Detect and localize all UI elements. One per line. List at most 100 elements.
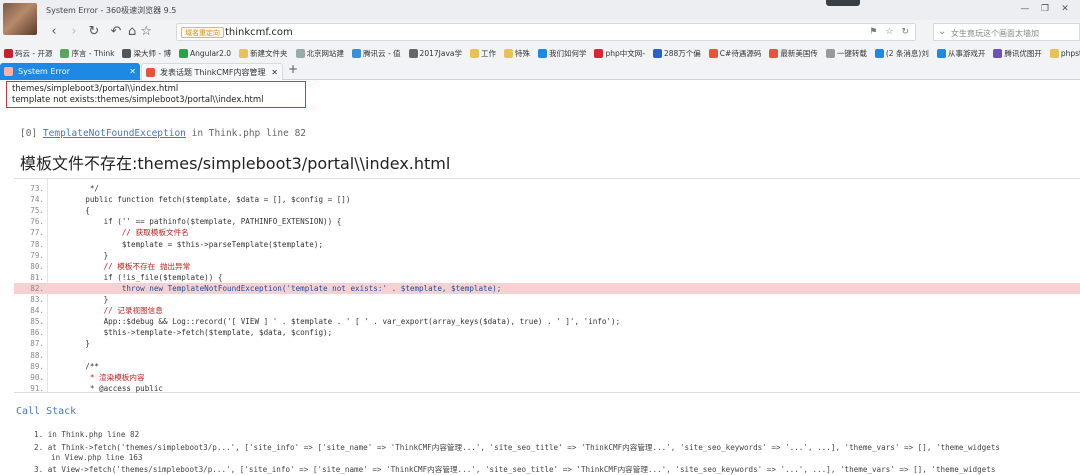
- code-line: 78. $template = $this->parseTemplate($te…: [14, 239, 1080, 250]
- minimize-button[interactable]: —: [1018, 3, 1032, 15]
- bookmark-item[interactable]: 腾讯云 - 值: [352, 48, 401, 59]
- line-number: 81.: [30, 272, 44, 282]
- code-line: 90. * 渲染模板内容: [14, 372, 1080, 383]
- bookmark-item[interactable]: 北京网站建: [295, 48, 345, 59]
- tab-thinkcmf[interactable]: 发表话题 ThinkCMF内容管理 ✕: [141, 63, 283, 80]
- close-icon[interactable]: ✕: [269, 64, 278, 80]
- code-line: 86. $this->template->fetch($template, $d…: [14, 327, 1080, 338]
- call-stack-item: 3. at View->fetch('themes/simpleboot3/p.…: [34, 465, 996, 474]
- error-line-2: template not exists:themes/simpleboot3/p…: [12, 95, 264, 105]
- bookmark-icon: [936, 48, 946, 58]
- bookmark-icon: [408, 48, 418, 58]
- code-line: 89. /**: [14, 361, 1080, 372]
- code-text: public function fetch($template, $data =…: [67, 195, 351, 205]
- bookmark-item[interactable]: 码云 - 开源: [4, 48, 52, 59]
- line-number: 75.: [30, 206, 44, 216]
- code-line: 77. // 获取模板文件名: [14, 227, 1080, 238]
- bookmark-label: Angular2.0: [189, 48, 232, 58]
- bookmark-icon: [769, 48, 779, 58]
- reload-button[interactable]: ↻: [86, 24, 102, 40]
- bookmark-icon: [469, 48, 479, 58]
- page-favicon-icon: [146, 68, 155, 77]
- bookmark-item[interactable]: 2017Java学: [408, 48, 462, 59]
- bookmark-label: phpstor: [1060, 48, 1080, 58]
- call-stack-item: 1. in Think.php line 82: [34, 430, 140, 439]
- url-text[interactable]: thinkcmf.com: [225, 27, 293, 38]
- bookmark-item[interactable]: 腾讯优图开: [993, 48, 1042, 59]
- address-bar[interactable]: 域名重定向 thinkcmf.com ⚑ ☆ ↻: [176, 23, 916, 41]
- code-text: if ('' == pathinfo($template, PATHINFO_E…: [67, 217, 342, 227]
- bookmark-item[interactable]: 最新美国传: [769, 48, 818, 59]
- code-line: 79. }: [14, 250, 1080, 261]
- bookmark-item[interactable]: Angular2.0: [178, 48, 232, 58]
- bookmark-item[interactable]: (2 条消息)刘: [874, 48, 929, 59]
- bookmark-item[interactable]: C#待遇源码: [708, 48, 761, 59]
- tab-system-error[interactable]: System Error ✕: [0, 63, 140, 80]
- exception-name-link[interactable]: TemplateNotFoundException: [43, 128, 186, 139]
- chevron-down-icon[interactable]: ⌄: [938, 26, 946, 37]
- close-icon[interactable]: ✕: [129, 63, 136, 80]
- line-number: 84.: [30, 306, 44, 316]
- bookmark-flag-icon[interactable]: ⚑: [869, 27, 877, 37]
- code-text: /**: [67, 361, 100, 371]
- bookmark-item[interactable]: 序言 - Think: [60, 48, 114, 59]
- line-number: 83.: [30, 295, 44, 304]
- line-number: 86.: [30, 328, 44, 338]
- tray-indicator: [826, 0, 860, 6]
- bookmark-item[interactable]: 梁大师 - 博: [122, 48, 171, 59]
- bookmark-item[interactable]: 288万个偏: [652, 48, 701, 59]
- line-number: 91.: [30, 383, 44, 393]
- bookmark-label: 序言 - Think: [71, 48, 115, 58]
- favorite-star-icon[interactable]: ☆: [885, 27, 893, 37]
- browser-chrome: System Error - 360极速浏览器 9.5 — ❐ ✕ ‹ › ↻ …: [0, 0, 1080, 80]
- bookmark-icon: [4, 48, 13, 58]
- back-button[interactable]: ‹: [46, 24, 62, 40]
- bookmark-label: 我们如何学: [548, 48, 587, 58]
- code-text: // 模板不存在 抛出异常: [67, 261, 191, 271]
- source-code-panel: 73. */74. public function fetch($templat…: [14, 178, 1080, 393]
- code-text: * 渲染模板内容: [67, 372, 145, 382]
- code-line: 80. // 模板不存在 抛出异常: [14, 261, 1080, 272]
- bookmark-label: 新建文件夹: [250, 48, 288, 58]
- bookmark-item[interactable]: 工作: [469, 48, 496, 59]
- bookmark-item[interactable]: 一键转载: [825, 48, 867, 59]
- code-text: $this->template->fetch($template, $data,…: [67, 328, 333, 338]
- bookmark-item[interactable]: 新建文件夹: [239, 48, 288, 59]
- code-text: }: [67, 295, 109, 304]
- bookmark-label: (2 条消息)刘: [885, 48, 929, 58]
- search-box[interactable]: ⌄ 女生竟玩这个画面太墙加: [933, 23, 1080, 41]
- bookmark-icon: [295, 48, 305, 58]
- forward-button[interactable]: ›: [66, 24, 82, 40]
- bookmark-item[interactable]: php中文网-: [594, 48, 645, 59]
- code-text: }: [67, 250, 109, 260]
- bookmark-label: 从事游戏开: [947, 48, 986, 58]
- bookmark-label: 北京网站建: [306, 48, 345, 58]
- close-window-button[interactable]: ✕: [1058, 3, 1072, 15]
- maximize-button[interactable]: ❐: [1038, 3, 1052, 15]
- home-star-button[interactable]: ⌂ ☆: [128, 24, 160, 40]
- bookmark-icon: [178, 48, 188, 58]
- call-stack-item: 2. at Think->fetch('themes/simpleboot3/p…: [34, 443, 1000, 452]
- error-line-1: themes/simpleboot3/portal\\index.html: [12, 84, 179, 94]
- bookmark-icon: [874, 48, 884, 58]
- bookmark-icon: [652, 48, 662, 58]
- bookmark-icon: [503, 48, 513, 58]
- bookmark-item[interactable]: phpstor: [1049, 48, 1080, 58]
- bookmark-item[interactable]: 我们如何学: [537, 48, 587, 59]
- bookmark-label: 腾讯优图开: [1004, 48, 1042, 58]
- new-tab-button[interactable]: +: [288, 62, 298, 76]
- bookmark-label: 工作: [480, 48, 496, 58]
- bookmark-item[interactable]: 从事游戏开: [936, 48, 986, 59]
- code-line: 83. }: [14, 294, 1080, 305]
- bookmark-label: php中文网-: [605, 48, 645, 58]
- code-text: // 记录视图信息: [67, 306, 163, 316]
- line-number: 78.: [30, 239, 44, 249]
- bookmark-icon: [537, 48, 547, 58]
- refresh-small-icon[interactable]: ↻: [901, 27, 909, 37]
- code-line: 75. {: [14, 205, 1080, 216]
- bookmark-item[interactable]: 特殊: [503, 48, 530, 59]
- undo-close-button[interactable]: ↶: [108, 24, 124, 40]
- address-icons: ⚑ ☆ ↻: [869, 27, 909, 37]
- search-input[interactable]: 女生竟玩这个画面太墙加: [951, 28, 1039, 39]
- line-number: 79.: [30, 250, 44, 260]
